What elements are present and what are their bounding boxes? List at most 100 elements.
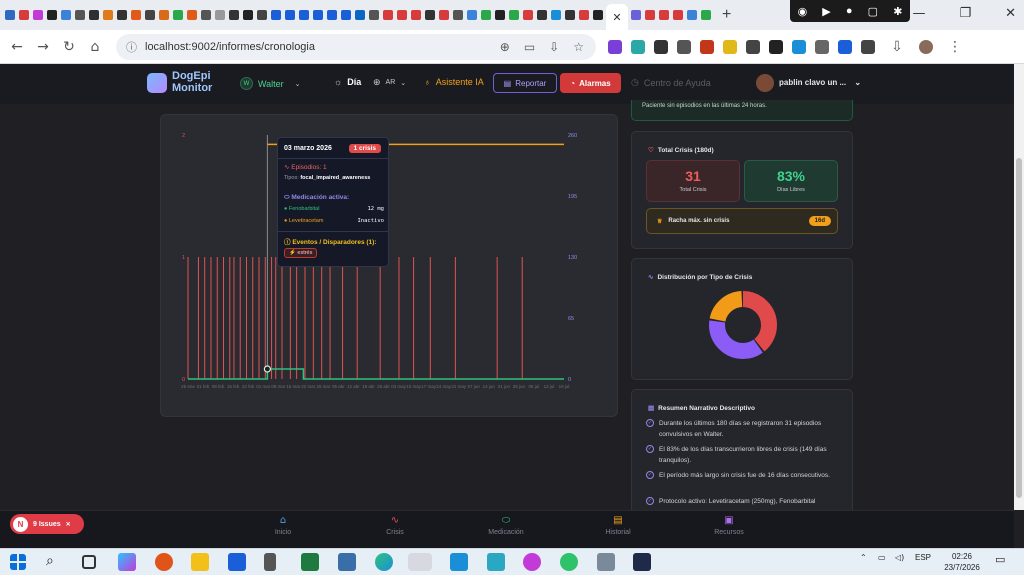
tab-favicon[interactable] [701, 10, 711, 20]
app-logo-text[interactable]: DogEpi Monitor [172, 70, 212, 94]
tab-favicon[interactable] [131, 10, 141, 20]
tab-favicon[interactable] [75, 10, 85, 20]
tab-favicon[interactable] [243, 10, 253, 20]
extension-icon[interactable] [723, 39, 737, 54]
mic-icon[interactable]: ● [846, 5, 853, 17]
tab-favicon[interactable] [495, 10, 505, 20]
volume-icon[interactable]: ◁) [895, 553, 904, 562]
nav-historial[interactable]: ▤ Historial [588, 515, 648, 536]
tab-favicon[interactable] [355, 10, 365, 20]
tab-favicon[interactable] [439, 10, 449, 20]
tab-favicon[interactable] [369, 10, 379, 20]
extension-icon[interactable] [792, 39, 806, 54]
tab-favicon[interactable] [593, 10, 603, 20]
tab-favicon[interactable] [481, 10, 491, 20]
extensions-puzzle-icon[interactable] [861, 39, 875, 54]
alarms-button[interactable]: ◔ Alarmas [560, 73, 621, 93]
active-tab[interactable]: ✕ [606, 4, 628, 30]
tab-favicon[interactable] [229, 10, 239, 20]
tab-favicon[interactable] [187, 10, 197, 20]
tab-favicon[interactable] [103, 10, 113, 20]
tab-favicon[interactable] [631, 10, 641, 20]
extension-icon[interactable] [769, 39, 783, 54]
tab-favicon[interactable] [299, 10, 309, 20]
tab-favicon[interactable] [257, 10, 267, 20]
tab-close-icon[interactable]: ✕ [612, 11, 621, 24]
tab-favicon[interactable] [565, 10, 575, 20]
nav-medicacion[interactable]: ⬭ Medicación [476, 515, 536, 536]
tab-favicon[interactable] [89, 10, 99, 20]
extension-icon[interactable] [631, 39, 645, 54]
url-text[interactable]: localhost:9002/informes/cronologia [145, 41, 315, 53]
nav-inicio[interactable]: ⌂ Inicio [253, 515, 313, 536]
app-icon[interactable] [523, 553, 541, 571]
network-icon[interactable]: ▭ [878, 553, 886, 562]
maximize-button[interactable]: ❐ [959, 6, 971, 21]
profile-avatar[interactable] [919, 39, 933, 54]
scrollbar-thumb[interactable] [1016, 158, 1022, 498]
zoom-icon[interactable]: ⊕ [500, 40, 510, 54]
app-icon[interactable] [487, 553, 505, 571]
extension-icon[interactable] [700, 39, 714, 54]
extension-icon[interactable] [815, 39, 829, 54]
timeline-chart[interactable]: 01206513019526025 ene 01 feb 08 feb 15 feb 2… [161, 115, 619, 418]
tab-favicon[interactable] [5, 10, 15, 20]
clock[interactable]: 02:26 23/7/2026 [942, 551, 982, 573]
firefox-icon[interactable] [155, 553, 173, 571]
tab-favicon[interactable] [383, 10, 393, 20]
language-selector[interactable]: ⊕ AR ⌄ [373, 77, 406, 88]
task-view-icon[interactable] [82, 555, 96, 569]
calculator-icon[interactable] [338, 553, 356, 571]
edge-icon[interactable] [375, 553, 393, 571]
home-icon[interactable]: ⌂ [82, 39, 108, 55]
tab-favicon[interactable] [687, 10, 697, 20]
excel-icon[interactable] [301, 553, 319, 571]
tab-favicon[interactable] [19, 10, 29, 20]
new-tab-button[interactable]: + [722, 6, 731, 24]
download-icon[interactable]: ⇩ [884, 39, 910, 55]
tab-favicon[interactable] [579, 10, 589, 20]
tab-favicon[interactable] [467, 10, 477, 20]
user-menu[interactable]: pablin clavo un ... ⌄ [779, 78, 861, 87]
app-icon[interactable] [597, 553, 615, 571]
page-scrollbar[interactable] [1014, 64, 1024, 510]
cast-icon[interactable]: ▭ [524, 40, 535, 54]
chrome-icon-active[interactable] [408, 553, 432, 571]
tab-favicon[interactable] [47, 10, 57, 20]
tab-favicon[interactable] [509, 10, 519, 20]
windows-start-icon[interactable] [10, 554, 26, 570]
help-center-link[interactable]: ◷ Centro de Ayuda [631, 77, 711, 88]
minimize-button[interactable]: — [912, 6, 925, 21]
search-icon[interactable]: ⌕ [46, 553, 64, 571]
close-window-button[interactable]: ✕ [1005, 6, 1016, 21]
tab-favicon[interactable] [313, 10, 323, 20]
tray-chevron-icon[interactable]: ⌃ [860, 553, 867, 562]
tab-favicon[interactable] [453, 10, 463, 20]
camera-icon[interactable]: ◉ [798, 5, 808, 18]
tab-favicon[interactable] [201, 10, 211, 20]
tab-favicon[interactable] [537, 10, 547, 20]
tab-favicon[interactable] [673, 10, 683, 20]
issues-badge[interactable]: N 9 Issues ✕ [10, 514, 84, 534]
extension-icon[interactable] [654, 39, 668, 54]
site-info-icon[interactable]: ⓘ [126, 39, 137, 55]
app-icon[interactable] [264, 553, 276, 571]
tab-favicon[interactable] [271, 10, 281, 20]
tab-favicon[interactable] [159, 10, 169, 20]
whatsapp-icon[interactable] [560, 553, 578, 571]
word-icon[interactable] [228, 553, 246, 571]
tab-favicon[interactable] [411, 10, 421, 20]
tab-favicon[interactable] [397, 10, 407, 20]
extension-icon[interactable] [608, 39, 622, 54]
tab-favicon[interactable] [61, 10, 71, 20]
extension-icon[interactable] [677, 39, 691, 54]
nav-recursos[interactable]: ▣ Recursos [699, 515, 759, 536]
close-icon[interactable]: ✕ [66, 521, 71, 528]
report-button[interactable]: ▤ Reportar [493, 73, 557, 93]
vscode-icon[interactable] [450, 553, 468, 571]
tab-favicon[interactable] [145, 10, 155, 20]
app-icon[interactable] [633, 553, 651, 571]
notifications-icon[interactable]: ▭ [995, 553, 1005, 566]
tab-favicon[interactable] [327, 10, 337, 20]
file-explorer-icon[interactable] [191, 553, 209, 571]
